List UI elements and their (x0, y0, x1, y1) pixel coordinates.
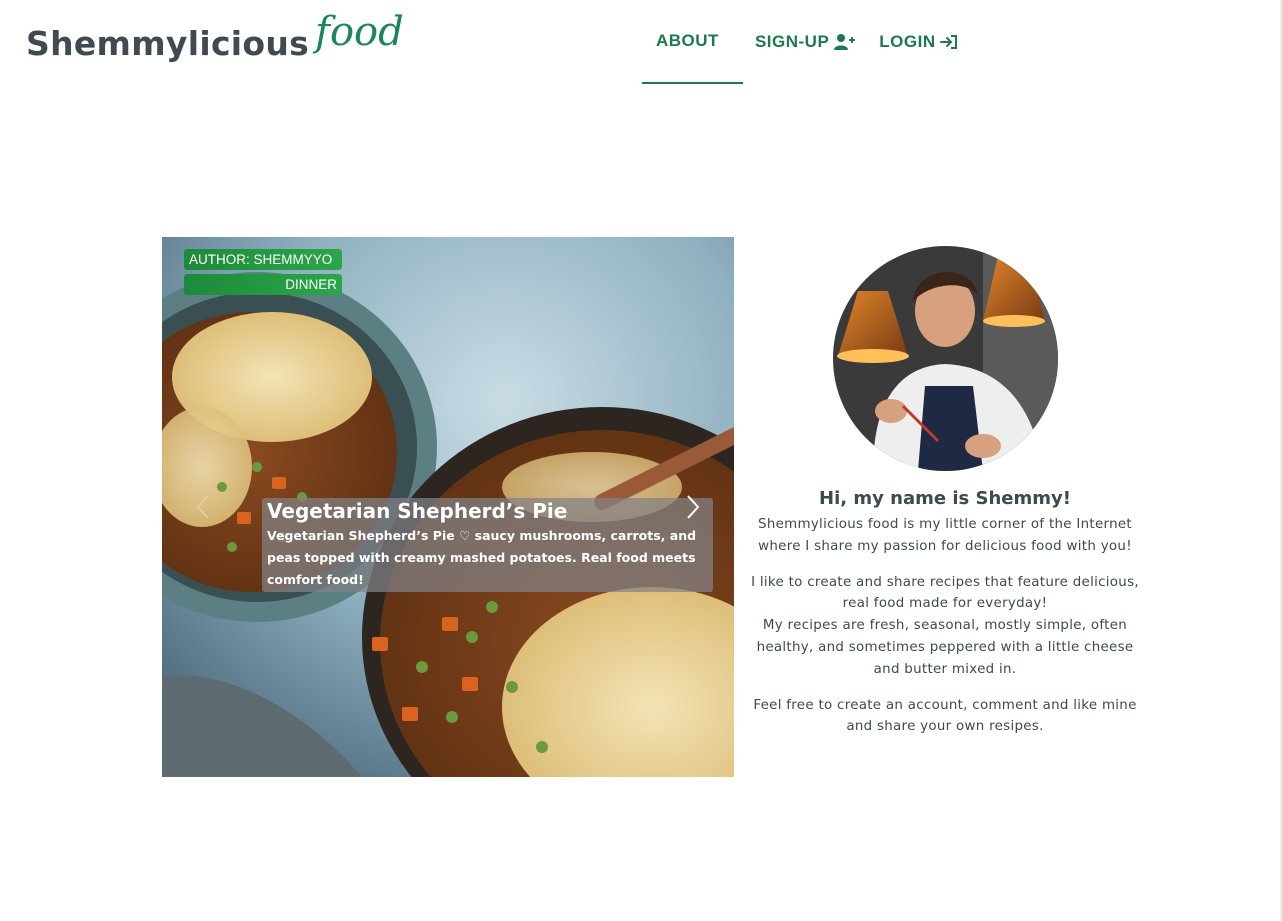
user-plus-icon (833, 33, 856, 51)
nav-sign-up-label: SIGN-UP (754, 32, 830, 51)
nav-login[interactable]: LOGIN (867, 0, 969, 84)
logo-wordmark: Shemmylicious (26, 24, 310, 63)
recipe-description: Vegetarian Shepherd’s Pie ♡ saucy mushro… (267, 528, 697, 587)
about-paragraph-2-line-1: I like to create and share recipes that … (751, 574, 1139, 612)
login-icon (939, 34, 958, 50)
chevron-left-icon (196, 495, 209, 519)
category-badge[interactable]: DINNER (184, 274, 342, 295)
author-avatar (833, 246, 1058, 471)
about-paragraph-2-line-2: My recipes are fresh, seasonal, mostly s… (756, 618, 1134, 677)
about-paragraph-3: Feel free to create an account, comment … (753, 697, 1137, 735)
chevron-right-icon (687, 495, 700, 519)
carousel-caption[interactable]: Vegetarian Shepherd’s Pie Vegetarian She… (262, 498, 713, 592)
recipe-carousel[interactable]: AUTHOR: SHEMMYYO DINNER Vegetarian Sheph… (162, 237, 734, 777)
nav-about[interactable]: ABOUT (642, 0, 743, 84)
about-paragraph-1: Shemmylicious food is my little corner o… (758, 517, 1132, 554)
about-heading: Hi, my name is Shemmy! (819, 488, 1071, 509)
site-logo[interactable]: Shemmylicious food (26, 8, 404, 84)
nav-login-label: LOGIN (879, 32, 936, 51)
about-paragraph-2b: My recipes are fresh, seasonal, mostly s… (745, 615, 1145, 680)
nav-about-label: ABOUT (656, 31, 719, 50)
about-section: Hi, my name is Shemmy! Shemmylicious foo… (745, 487, 1145, 752)
nav-sign-up[interactable]: SIGN-UP (743, 0, 867, 84)
carousel-prev-button[interactable] (192, 492, 216, 522)
about-paragraph-2: I like to create and share recipes that … (745, 572, 1145, 616)
carousel-next-button[interactable] (680, 492, 704, 522)
author-badge[interactable]: AUTHOR: SHEMMYYO (184, 249, 342, 270)
chef-photo (833, 246, 1058, 471)
recipe-title[interactable]: Vegetarian Shepherd’s Pie (267, 498, 705, 524)
logo-script-word: food (315, 9, 404, 55)
main-nav: ABOUT SIGN-UP LOGIN (642, 0, 970, 84)
